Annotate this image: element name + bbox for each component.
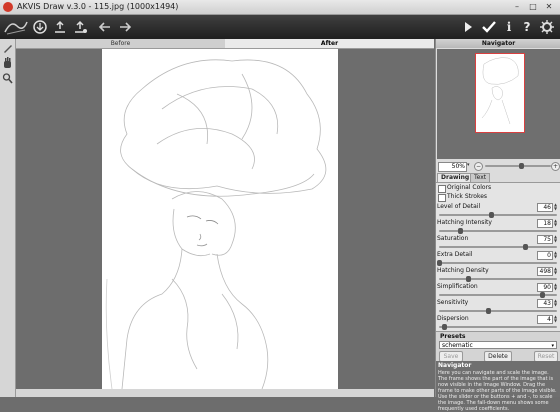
settings-panel: Navigator 50% ▾ − + Drawing Text Origina… [435,39,560,412]
param-label: Sensitivity [437,299,469,306]
preset-selected: schematic [442,342,473,349]
app-icon [3,2,13,12]
close-button[interactable]: ✕ [542,1,556,12]
main-toolbar: i ? [0,15,560,39]
help-icon[interactable]: ? [521,18,533,36]
param-slider-thumb[interactable] [457,228,463,234]
preset-select[interactable]: schematic ▾ [439,341,557,349]
param-value-field[interactable]: 46 [537,203,553,212]
navigator-title: Navigator [436,39,560,48]
param-slider-thumb[interactable] [539,292,545,298]
zoom-dropdown-icon[interactable]: ▾ [467,162,470,168]
presets-section: Presets schematic ▾ Save Delete Reset [436,331,560,362]
param-slider-thumb[interactable] [486,308,492,314]
param-value-field[interactable]: 90 [537,283,553,292]
batch-icon[interactable] [72,18,88,36]
save-image-icon[interactable] [52,18,68,36]
param-label: Extra Detail [437,251,473,258]
panel-tabs: Drawing Text [436,173,560,182]
zoom-row: 50% ▾ − + [436,160,560,172]
param-label: Dispersion [437,315,469,322]
param-slider[interactable] [439,262,557,264]
zoom-slider-thumb[interactable] [518,163,524,169]
param-value-field[interactable]: 498 [537,267,553,276]
param-value-field[interactable]: 4 [537,315,553,324]
param-spinner[interactable]: ▲ ▼ [553,219,558,227]
tab-drawing[interactable]: Drawing [437,173,474,182]
param-slider[interactable] [439,230,557,232]
title-bar: AKVIS Draw v.3.0 - 115.jpg (1000x1494) –… [0,0,560,15]
run-icon[interactable] [461,18,475,36]
param-label: Saturation [437,235,469,242]
image-window[interactable] [16,49,434,390]
param-label: Hatching Density [437,267,489,274]
param-slider-thumb[interactable] [437,260,442,266]
param-slider[interactable] [439,214,557,216]
param-value-field[interactable]: 75 [537,235,553,244]
checkbox-label: Thick Strokes [447,193,488,200]
param-slider[interactable] [439,278,557,280]
hand-icon[interactable] [2,57,13,69]
param-label: Hatching Intensity [437,219,492,226]
apply-icon[interactable] [480,18,498,36]
param-value-field[interactable]: 0 [537,251,553,260]
param-slider-thumb[interactable] [489,212,495,218]
horizontal-scrollbar[interactable] [16,389,434,397]
param-label: Simplification [437,283,478,290]
param-slider-thumb[interactable] [465,276,471,282]
pencil-icon[interactable] [2,42,13,54]
tool-strip [0,39,16,397]
param-slider-thumb[interactable] [522,244,528,250]
param-label: Level of Detail [437,203,481,210]
logo-icon [3,18,29,36]
presets-title: Presets [440,333,466,340]
checkbox-label: Original Colors [447,184,492,191]
param-value-field[interactable]: 18 [537,219,553,228]
undo-icon[interactable] [97,18,113,36]
zoom-in-button[interactable]: + [551,162,560,171]
zoom-out-button[interactable]: − [474,162,483,171]
window-title: AKVIS Draw v.3.0 - 115.jpg (1000x1494) [17,2,179,11]
param-spinner[interactable]: ▲ ▼ [553,203,558,211]
param-spinner[interactable]: ▲ ▼ [553,299,558,307]
settings-icon[interactable] [539,18,555,36]
info-icon[interactable]: i [503,18,515,36]
help-text: Here you can navigate and scale the imag… [438,370,557,412]
pencil-sketch-image [105,59,327,390]
zoom-icon[interactable] [2,72,13,84]
help-title: Navigator [438,362,472,369]
checkbox[interactable] [438,185,446,193]
tab-after[interactable]: After [225,39,434,48]
tab-before[interactable]: Before [16,39,225,48]
param-spinner[interactable]: ▲ ▼ [553,267,558,275]
redo-icon[interactable] [117,18,133,36]
maximize-button[interactable]: □ [526,1,540,12]
result-image[interactable] [102,49,338,390]
checkbox[interactable] [438,194,446,202]
navigator-frame[interactable] [475,53,525,133]
param-slider[interactable] [439,326,557,328]
view-tabs: Before After [16,39,434,49]
preset-dropdown-icon[interactable]: ▾ [551,342,554,350]
navigator-window[interactable] [437,49,560,159]
param-value-field[interactable]: 43 [537,299,553,308]
param-spinner[interactable]: ▲ ▼ [553,315,558,323]
param-spinner[interactable]: ▲ ▼ [553,283,558,291]
param-slider[interactable] [439,310,557,312]
param-spinner[interactable]: ▲ ▼ [553,251,558,259]
zoom-select[interactable]: 50% [438,162,467,172]
param-slider-thumb[interactable] [441,324,447,330]
help-panel: Navigator Here you can navigate and scal… [436,361,560,412]
drawing-parameters: Original Colors Thick Strokes Level of Det… [436,182,560,332]
tab-text[interactable]: Text [470,173,491,182]
open-image-icon[interactable] [32,18,48,36]
param-spinner[interactable]: ▲ ▼ [553,235,558,243]
minimize-button[interactable]: – [510,1,524,12]
param-slider[interactable] [439,246,557,248]
